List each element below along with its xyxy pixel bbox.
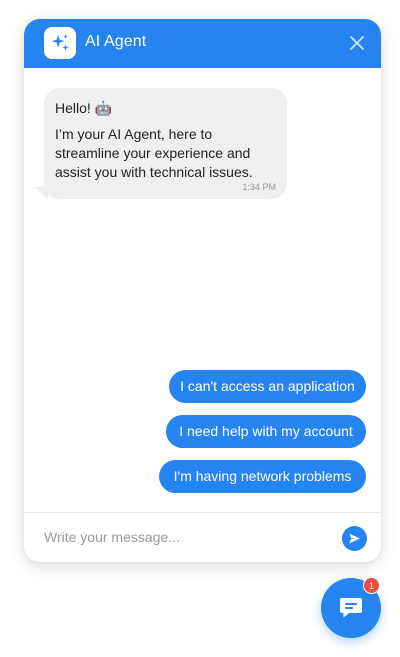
composer-divider [24, 512, 381, 513]
message-timestamp: 1:34 PM [242, 182, 276, 192]
chat-header: AI Agent [24, 19, 381, 68]
chat-icon [340, 598, 362, 618]
send-icon [349, 533, 360, 544]
bot-greeting: Hello! 🤖 [55, 100, 113, 116]
sparkle-icon [51, 34, 69, 51]
chat-window: AI Agent Hello! 🤖 I’m your AI Agent, her… [24, 19, 381, 562]
close-icon [350, 36, 364, 50]
message-input[interactable] [44, 525, 314, 549]
page: AI Agent Hello! 🤖 I’m your AI Agent, her… [0, 0, 400, 657]
quick-reply-account-help[interactable]: I need help with my account [166, 415, 366, 448]
header-title: AI Agent [85, 33, 147, 50]
quick-reply-network-problems[interactable]: I'm having network problems [159, 460, 366, 493]
quick-reply-access-application[interactable]: I can't access an application [169, 370, 366, 403]
notification-badge: 1 [363, 577, 380, 594]
agent-avatar [44, 27, 76, 59]
bot-message-text: I’m your AI Agent, here to streamline yo… [55, 126, 253, 180]
close-button[interactable] [348, 34, 366, 52]
bot-message-bubble: Hello! 🤖 I’m your AI Agent, here to stre… [44, 88, 287, 199]
send-button[interactable] [342, 526, 367, 551]
